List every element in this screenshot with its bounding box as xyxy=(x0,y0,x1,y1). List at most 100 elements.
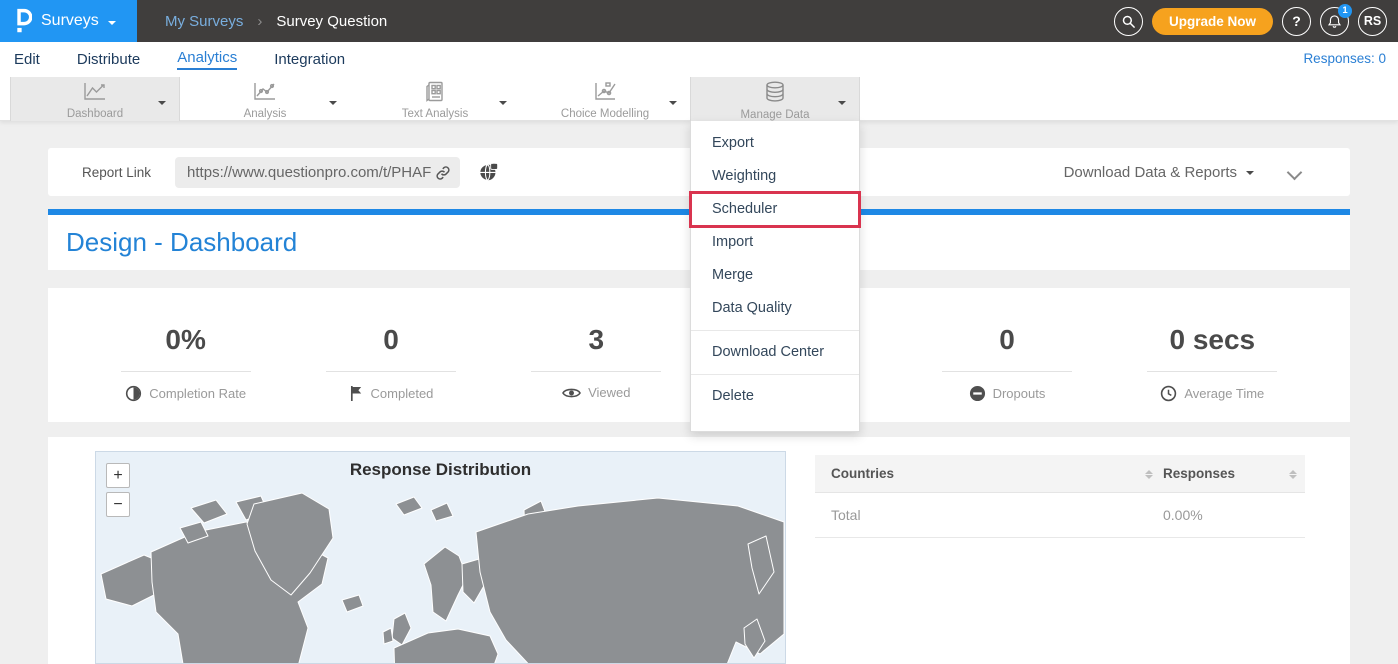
stat-label: Viewed xyxy=(588,385,630,400)
survey-nav-bar: Edit Distribute Analytics Integration Re… xyxy=(0,42,1398,77)
column-header-responses[interactable]: Responses xyxy=(1163,455,1235,493)
breadcrumb-separator-icon: › xyxy=(257,13,262,30)
tab-label: Manage Data xyxy=(691,109,859,121)
nav-item-integration[interactable]: Integration xyxy=(274,51,345,68)
tab-label: Choice Modelling xyxy=(520,108,690,120)
notifications-button[interactable]: 1 xyxy=(1320,7,1349,36)
countries-table-header: Countries Responses xyxy=(815,455,1305,493)
stat-viewed: 3 Viewed xyxy=(494,288,699,422)
stat-value: 0 xyxy=(288,324,493,356)
menu-divider xyxy=(691,374,859,375)
countries-table: Countries Responses Total 0.00% xyxy=(815,455,1305,538)
stat-divider xyxy=(121,371,251,372)
tab-label: Text Analysis xyxy=(350,108,520,120)
collapse-panel-button[interactable] xyxy=(1289,165,1300,183)
download-data-reports-label: Download Data & Reports xyxy=(1064,164,1237,181)
stat-dropouts: 0 Dropouts xyxy=(904,288,1109,422)
world-map[interactable]: Response Distribution + − xyxy=(95,451,786,664)
notification-count-badge: 1 xyxy=(1338,4,1352,18)
menu-item-merge[interactable]: Merge xyxy=(691,259,859,292)
chevron-down-icon xyxy=(108,21,116,29)
line-chart-icon xyxy=(82,81,108,107)
chevron-down-icon xyxy=(499,101,507,109)
stat-average-time: 0 secs Average Time xyxy=(1110,288,1315,422)
flag-icon xyxy=(349,385,364,402)
avatar-initials: RS xyxy=(1364,14,1381,28)
tab-text-analysis[interactable]: Text Analysis xyxy=(350,77,520,121)
document-icon xyxy=(424,81,446,107)
report-link-input[interactable]: https://www.questionpro.com/t/PHAF xyxy=(175,157,460,188)
menu-item-download-center[interactable]: Download Center xyxy=(691,336,859,369)
stat-value: 0 secs xyxy=(1110,324,1315,356)
nav-item-distribute[interactable]: Distribute xyxy=(77,51,140,68)
row-country: Total xyxy=(831,493,861,538)
tab-choice-modelling[interactable]: Choice Modelling xyxy=(520,77,690,121)
menu-item-export[interactable]: Export xyxy=(691,127,859,160)
eye-icon xyxy=(562,386,581,400)
row-responses: 0.00% xyxy=(1163,493,1203,538)
map-zoom-controls: + − xyxy=(106,463,130,517)
breadcrumb-my-surveys[interactable]: My Surveys xyxy=(165,13,243,30)
clock-icon xyxy=(1160,385,1177,402)
chevron-down-icon xyxy=(669,101,677,109)
table-row-total: Total 0.00% xyxy=(815,493,1305,538)
nav-item-analytics[interactable]: Analytics xyxy=(177,49,237,70)
response-distribution-panel: Response Distribution + − xyxy=(48,437,1350,664)
menu-divider xyxy=(691,330,859,331)
nav-item-edit[interactable]: Edit xyxy=(14,51,40,68)
app-logo-surveys-menu[interactable]: Surveys xyxy=(0,0,137,42)
tab-analysis[interactable]: Analysis xyxy=(180,77,350,121)
menu-item-delete[interactable]: Delete xyxy=(691,380,859,413)
menu-item-import[interactable]: Import xyxy=(691,226,859,259)
topbar-actions: Upgrade Now ? 1 RS xyxy=(1114,0,1387,42)
breadcrumb-current: Survey Question xyxy=(276,13,387,30)
stat-divider xyxy=(1147,371,1277,372)
sort-icon[interactable] xyxy=(1145,466,1153,483)
breadcrumb: My Surveys › Survey Question xyxy=(165,0,387,42)
stat-label: Average Time xyxy=(1184,386,1264,401)
questionpro-logo-icon xyxy=(13,8,32,34)
search-button[interactable] xyxy=(1114,7,1143,36)
column-header-countries[interactable]: Countries xyxy=(831,455,894,493)
avatar[interactable]: RS xyxy=(1358,7,1387,36)
minus-circle-icon xyxy=(969,385,986,402)
model-chart-icon xyxy=(592,81,618,107)
scatter-chart-icon xyxy=(252,81,278,107)
search-icon xyxy=(1121,14,1136,29)
top-bar: Surveys My Surveys › Survey Question Upg… xyxy=(0,0,1398,42)
product-name: Surveys xyxy=(41,12,99,30)
manage-data-dropdown-menu: Export Weighting Scheduler Import Merge … xyxy=(690,121,860,432)
stat-label: Completed xyxy=(371,386,434,401)
stat-value: 3 xyxy=(494,324,699,356)
half-circle-icon xyxy=(125,385,142,402)
stat-completed: 0 Completed xyxy=(288,288,493,422)
stat-divider xyxy=(942,371,1072,372)
chevron-down-icon xyxy=(329,101,337,109)
tab-dashboard[interactable]: Dashboard xyxy=(10,77,180,121)
responses-count: Responses: 0 xyxy=(1303,42,1386,75)
stat-value: 0 xyxy=(904,324,1109,356)
menu-item-weighting[interactable]: Weighting xyxy=(691,160,859,193)
stat-label: Completion Rate xyxy=(149,386,246,401)
menu-item-scheduler[interactable]: Scheduler xyxy=(691,193,859,226)
question-mark-icon: ? xyxy=(1292,13,1301,29)
help-button[interactable]: ? xyxy=(1282,7,1311,36)
sort-icon[interactable] xyxy=(1289,466,1297,483)
tab-label: Dashboard xyxy=(11,108,179,120)
report-privacy-button[interactable] xyxy=(478,162,499,182)
stat-value: 0% xyxy=(83,324,288,356)
link-icon xyxy=(434,164,452,182)
chevron-down-icon xyxy=(1246,171,1254,179)
map-zoom-in-button[interactable]: + xyxy=(106,463,130,488)
world-map-graphic xyxy=(96,452,786,664)
stat-completion-rate: 0% Completion Rate xyxy=(83,288,288,422)
menu-item-data-quality[interactable]: Data Quality xyxy=(691,292,859,325)
stat-label: Dropouts xyxy=(993,386,1046,401)
download-data-reports-dropdown[interactable]: Download Data & Reports xyxy=(1064,164,1254,181)
globe-lock-icon xyxy=(478,162,499,182)
map-zoom-out-button[interactable]: − xyxy=(106,492,130,517)
map-title: Response Distribution xyxy=(96,460,785,480)
upgrade-now-button[interactable]: Upgrade Now xyxy=(1152,8,1273,35)
tab-manage-data[interactable]: Manage Data xyxy=(690,77,860,121)
chevron-down-icon xyxy=(158,101,166,109)
